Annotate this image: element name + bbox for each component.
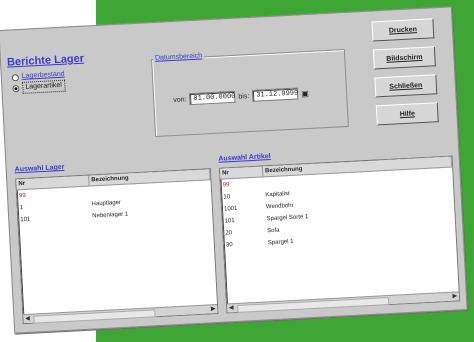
- close-button[interactable]: Schließen: [374, 74, 438, 98]
- horizontal-scrollbar[interactable]: ◀ ▶: [23, 304, 218, 324]
- radio-button-icon[interactable]: [11, 73, 20, 81]
- print-button[interactable]: Drucken: [371, 18, 435, 42]
- from-label: von:: [173, 95, 187, 104]
- scroll-right-icon[interactable]: ▶: [451, 292, 459, 300]
- calendar-icon[interactable]: ▣: [301, 88, 309, 97]
- help-button[interactable]: Hilfe: [375, 102, 439, 126]
- button-column: Drucken Bildschirm Schließen Hilfe: [371, 18, 439, 126]
- report-window: Berichte Lager Lagerbestand Lagerartikel…: [0, 6, 468, 334]
- artikel-list-title: Auswahl Artikel: [218, 153, 271, 163]
- to-label: bis:: [238, 92, 250, 101]
- horizontal-scrollbar[interactable]: ◀ ▶: [226, 291, 460, 313]
- scroll-left-icon[interactable]: ◀: [227, 304, 235, 312]
- preview-button[interactable]: Bildschirm: [372, 46, 436, 70]
- radio-label: Lagerartikel: [22, 79, 66, 94]
- scroll-thumb[interactable]: [237, 297, 390, 313]
- report-type-group: Lagerbestand Lagerartikel: [11, 70, 66, 95]
- radio-lagerartikel[interactable]: Lagerartikel: [12, 79, 66, 95]
- scroll-right-icon[interactable]: ▶: [209, 305, 217, 313]
- scroll-thumb[interactable]: [33, 309, 156, 324]
- lager-list-title: Auswahl Lager: [14, 163, 65, 174]
- window-title: Berichte Lager: [6, 52, 85, 69]
- radio-button-icon[interactable]: [12, 84, 20, 92]
- from-date-field[interactable]: 01.00.0000: [189, 90, 236, 106]
- artikel-list[interactable]: Nr Bezeichnung 99 10 Kapitalist 1001 Wen…: [218, 155, 461, 314]
- to-date-field[interactable]: 31.12.9999: [251, 87, 299, 102]
- scroll-left-icon[interactable]: ◀: [23, 315, 31, 323]
- lager-list[interactable]: Nr Bezeichnung 99 1 Hauptlager 101 Neben…: [15, 168, 219, 325]
